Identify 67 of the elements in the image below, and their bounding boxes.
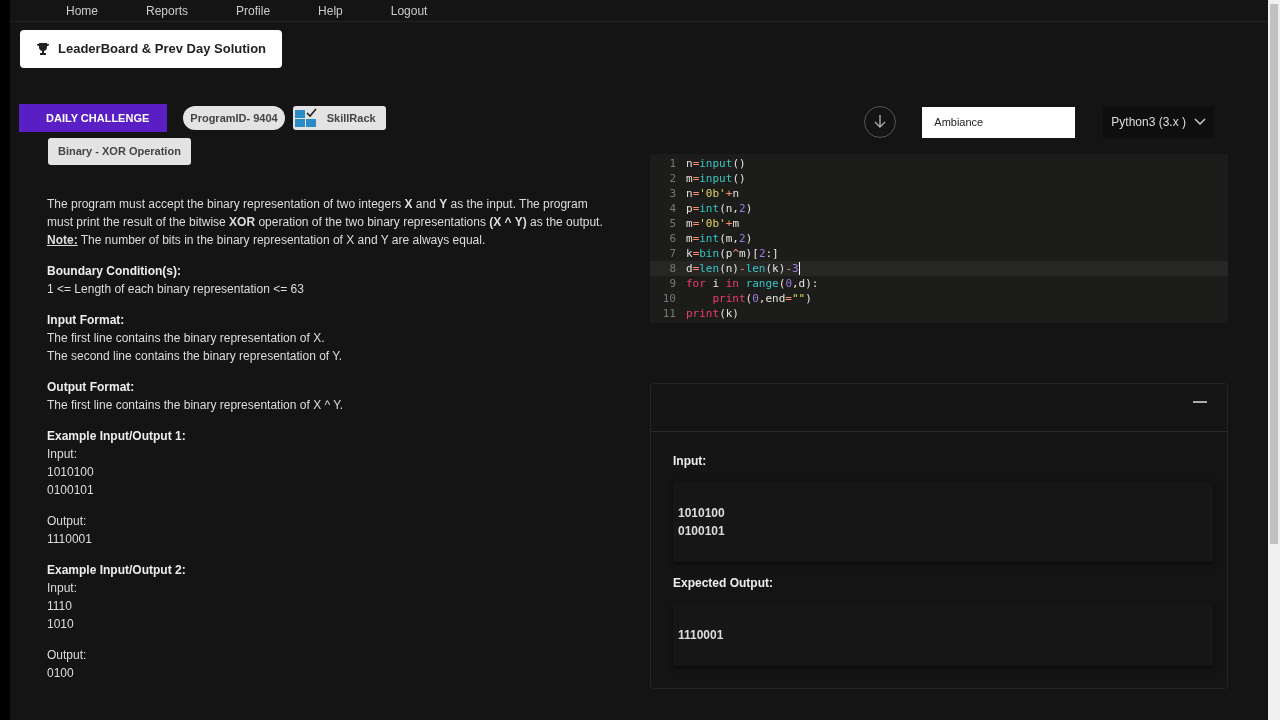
minimize-icon[interactable] [1193, 400, 1207, 404]
nav-link[interactable]: Reports [146, 2, 189, 21]
section-text: The second line contains the binary representation of Y. [47, 347, 344, 365]
code-line: print(k) [686, 306, 739, 321]
line-number: 2 [668, 171, 677, 186]
output-label: Output: [47, 646, 88, 664]
code-editor[interactable]: 1 n=input() 2 m=input() 3 n='0b'+n 4 p=int(n,2) 5 m='0b'+m 6 m=int(m,2) 7 k=bin(p^m)[2:] 8 d=len(n)-len(k)-3 9 for i in range(0,d): 10 print(0,end="") 11 print(k) [650, 154, 1228, 323]
example-value: 1110 [47, 597, 73, 615]
code-line: p=int(n,2) [686, 201, 753, 216]
line-number: 7 [668, 246, 677, 261]
section-heading: Input Format: [47, 311, 126, 329]
leaderboard-button[interactable]: LeaderBoard & Prev Day Solution [20, 30, 283, 68]
input-label: Input: [47, 579, 79, 597]
output-label: Output: [47, 512, 88, 530]
example-heading: Example Input/Output 2: [47, 561, 187, 579]
expected-output-label: Expected Output: [673, 575, 774, 592]
code-line: for i in range(0,d): [686, 276, 819, 291]
skillrack-badge: SkillRack [292, 105, 386, 130]
line-number: 1 [668, 156, 677, 171]
line-number: 9 [668, 276, 677, 291]
input-label: Input: [673, 453, 708, 470]
line-number: 5 [668, 216, 677, 231]
code-line: m='0b'+m [686, 216, 739, 231]
logo-icon [294, 107, 319, 128]
code-line: m=int(m,2) [686, 231, 753, 246]
example-value: 1010 [47, 615, 75, 633]
code-line: d=len(n)-len(k)-3 [686, 261, 800, 276]
line-number: 3 [668, 186, 677, 201]
daily-challenge-ribbon: DAILY CHALLENGE [19, 103, 168, 132]
program-id-badge: ProgramID- 9404 [183, 105, 285, 130]
section-heading: Boundary Condition(s): [47, 262, 182, 280]
nav-link[interactable]: Help [318, 2, 343, 21]
line-number: 10 [661, 291, 677, 306]
description-text: The program must accept the binary representation of two integers X and Y as the input. The program must print the result of the bitwise XOR operation of the two binary representations (X ^ Y) as the output. [47, 195, 604, 231]
io-value: 0100101 [678, 523, 726, 540]
language-dropdown[interactable]: Python3 (3.x ) [1103, 106, 1214, 138]
code-line: m=input() [686, 171, 746, 186]
down-arrow-icon [874, 115, 887, 129]
io-value: 1010100 [678, 505, 726, 522]
line-number: 6 [668, 231, 677, 246]
code-line: n=input() [686, 156, 746, 171]
section-text: The first line contains the binary representation of X ^ Y. [47, 396, 345, 414]
theme-select[interactable]: Ambiance [922, 106, 1076, 138]
code-line: n='0b'+n [686, 186, 739, 201]
section-text: 1 <= Length of each binary representation <= 63 [47, 280, 305, 298]
nav-link[interactable]: Logout [390, 2, 428, 21]
nav-link[interactable]: Profile [236, 2, 271, 21]
section-text: The first line contains the binary representation of X. [47, 329, 326, 347]
scrollbar[interactable] [1268, 0, 1280, 720]
trophy-icon [36, 41, 50, 56]
example-value: 0100101 [47, 481, 95, 499]
problem-title: Binary - XOR Operation [48, 138, 191, 165]
code-line: k=bin(p^m)[2:] [686, 246, 779, 261]
example-value: 1010100 [47, 463, 95, 481]
section-heading: Output Format: [47, 378, 136, 396]
code-line: print(0,end="") [711, 291, 812, 306]
note-text: Note: The number of bits in the binary representation of X and Y are always equal. [47, 231, 487, 249]
io-value: 1110001 [678, 627, 725, 644]
line-number: 11 [661, 306, 677, 321]
input-label: Input: [47, 445, 79, 463]
example-value: 1110001 [47, 530, 93, 548]
chevron-icon [1194, 118, 1206, 126]
example-heading: Example Input/Output 1: [47, 427, 187, 445]
line-number: 4 [668, 201, 677, 216]
example-value: 0100 [47, 664, 75, 682]
line-number: 8 [668, 261, 677, 276]
nav-link[interactable]: Home [66, 2, 98, 21]
